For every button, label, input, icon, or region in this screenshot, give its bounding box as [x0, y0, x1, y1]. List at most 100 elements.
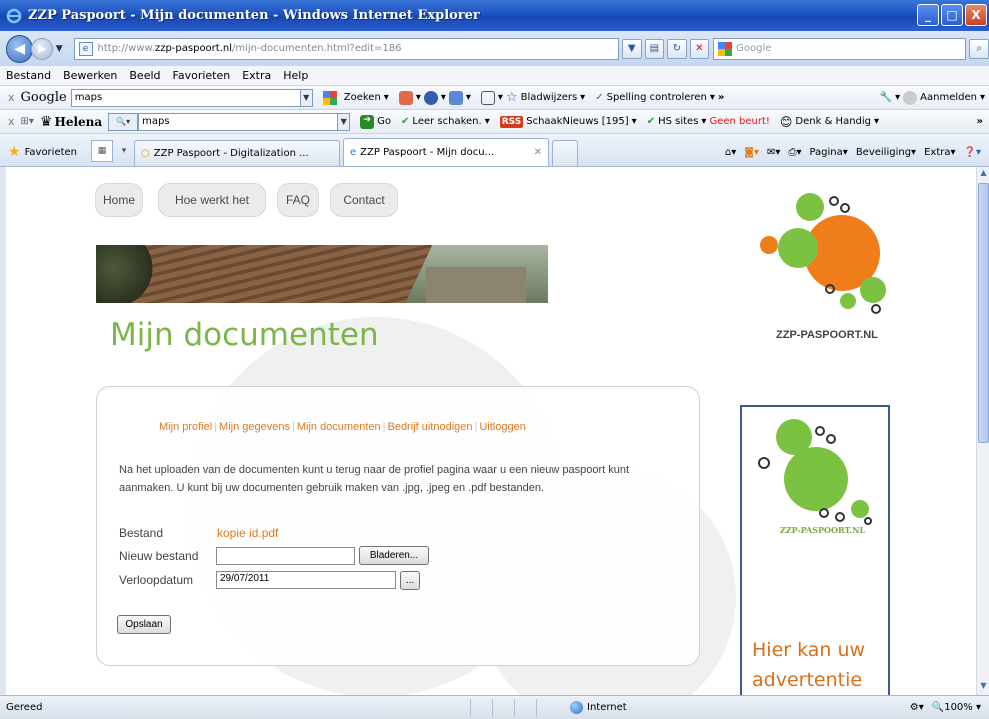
tab-label: ZZP Paspoort - Mijn docu... [360, 147, 495, 158]
star-icon: ☆ [505, 90, 518, 105]
page-menu[interactable]: Pagina▾ [809, 147, 847, 158]
signin-button[interactable]: 🔧 ▾ Aanmelden ▾ [880, 90, 985, 105]
helena-search-dropdown[interactable]: ▼ [338, 112, 351, 131]
stop-button[interactable]: ✕ [689, 38, 710, 59]
back-button[interactable]: ◀ [6, 34, 34, 63]
tab-list-dropdown[interactable]: ▾ [117, 140, 131, 162]
rss-icon: RSS [499, 115, 524, 128]
popup-icon [398, 90, 413, 105]
print-icon[interactable]: ⎙▾ [788, 147, 801, 158]
plus-icon [448, 90, 463, 105]
google-toolbar-extras[interactable]: ▾ ▾ ▾ [398, 90, 471, 105]
protected-mode-icon[interactable]: ⚙▾ [910, 702, 924, 713]
save-button[interactable]: Opslaan [117, 615, 171, 634]
helena-search-engine[interactable]: 🔍▾ [108, 112, 139, 131]
helena-more[interactable]: » [977, 116, 983, 127]
nav-faq[interactable]: FAQ [277, 183, 319, 217]
subnav-bedrijf-uitnodigen[interactable]: Bedrijf uitnodigen [387, 421, 472, 433]
menu-extra[interactable]: Extra [242, 69, 271, 82]
help-icon[interactable]: ❓▾ [964, 147, 981, 158]
google-search-button[interactable]: Zoeken ▾ [322, 90, 389, 105]
subnav-mijn-documenten[interactable]: Mijn documenten [297, 421, 381, 433]
address-dropdown-button[interactable]: ▼ [622, 38, 642, 59]
safety-menu[interactable]: Beveiliging▾ [856, 147, 916, 158]
close-button[interactable]: X [965, 4, 987, 26]
helena-toolbar-close-icon[interactable]: x [8, 115, 15, 128]
expiry-label: Verloopdatum [119, 573, 194, 587]
subnav-uitloggen[interactable]: Uitloggen [479, 421, 525, 433]
bookmarks-label: Bladwijzers [520, 92, 578, 103]
current-file-link[interactable]: kopie id.pdf [217, 526, 278, 540]
google-toolbar-close-icon[interactable]: x [8, 91, 15, 104]
zone-label: Internet [587, 702, 627, 713]
address-field[interactable]: e http://www. zzp-paspoort.nl/mijn-docume… [73, 37, 619, 60]
zoom-control[interactable]: 🔍100% ▾ [932, 702, 981, 713]
scroll-down-icon[interactable]: ▼ [978, 681, 989, 694]
hs-sites-button[interactable]: ✔ HS sites ▾ Geen beurt! [647, 116, 770, 127]
quick-tabs-icon[interactable]: ▦ [91, 140, 114, 162]
new-tab-button[interactable] [552, 140, 579, 166]
hero-image [96, 245, 548, 303]
nav-home[interactable]: Home [95, 183, 143, 217]
smiley-icon: 😊 [779, 114, 793, 129]
page-title: Mijn documenten [110, 317, 379, 353]
history-dropdown-icon[interactable]: ▼ [56, 44, 66, 54]
hs-check-icon: ✔ [646, 116, 656, 127]
toolbar-options-icon[interactable]: ⊞▾ [21, 116, 34, 127]
menu-favorieten[interactable]: Favorieten [173, 69, 231, 82]
intro-line: aanmaken. U kunt bij uw documenten gebru… [119, 482, 544, 494]
chess-link[interactable]: ✔ Leer schaken. ▾ [401, 116, 490, 127]
new-file-input[interactable] [216, 547, 355, 565]
search-field[interactable]: Google [713, 37, 967, 60]
date-picker-button[interactable]: ... [400, 571, 420, 590]
url-prefix: http://www. [97, 43, 155, 54]
compatibility-view-icon[interactable]: ▤ [644, 38, 665, 59]
vertical-scrollbar[interactable]: ▲ ▼ [976, 167, 989, 695]
browse-button[interactable]: Bladeren... [359, 546, 429, 565]
favorites-button[interactable]: ★ Favorieten [0, 138, 87, 166]
chess-king-icon: ♛ [39, 113, 53, 130]
favorites-star-icon: ★ [8, 144, 21, 160]
denk-handig-button[interactable]: 😊 Denk & Handig ▾ [780, 115, 879, 129]
subnav-mijn-profiel[interactable]: Mijn profiel [159, 421, 212, 433]
refresh-button[interactable]: ↻ [667, 38, 687, 59]
menu-bewerken[interactable]: Bewerken [63, 69, 117, 82]
minimize-button[interactable]: _ [917, 4, 939, 26]
maximize-button[interactable]: □ [941, 4, 963, 26]
rss-news-button[interactable]: RSS SchaakNieuws [195] ▾ [499, 115, 637, 128]
expiry-date-input[interactable]: 29/07/2011 [216, 571, 396, 589]
tab-digitalization[interactable]: ○ ZZP Paspoort - Digitalization ... [134, 140, 341, 166]
page-menu-label: Pagina [809, 146, 843, 158]
feeds-icon[interactable]: ◙▾ [744, 147, 759, 158]
bookmarks-button[interactable]: ▾ ☆ Bladwijzers ▾ [480, 90, 585, 105]
green-check-icon: ✔ [401, 116, 410, 127]
subnav-mijn-gegevens[interactable]: Mijn gegevens [219, 421, 290, 433]
pagerank-icon [423, 90, 438, 105]
helena-search-input[interactable]: maps [138, 112, 339, 131]
menu-beeld[interactable]: Beeld [129, 69, 160, 82]
toolbar-more[interactable]: » [718, 92, 724, 103]
hs-label: HS sites [658, 116, 699, 127]
google-toolbar-dropdown[interactable]: ▼ [300, 88, 313, 107]
tab-label: ZZP Paspoort - Digitalization ... [153, 148, 309, 159]
nav-contact[interactable]: Contact [330, 183, 398, 217]
scrollbar-thumb[interactable] [978, 183, 989, 443]
helena-label[interactable]: Helena [54, 115, 102, 129]
tab-close-icon[interactable]: ✕ [534, 147, 542, 158]
extra-menu[interactable]: Extra▾ [924, 147, 955, 158]
tab-mijn-documenten[interactable]: e ZZP Paspoort - Mijn docu... ✕ [343, 138, 550, 166]
google-toolbar-input[interactable]: maps [70, 88, 301, 107]
nav-hoe-werkt-het[interactable]: Hoe werkt het [158, 183, 266, 217]
spelling-button[interactable]: ✓ Spelling controleren ▾ » [595, 92, 724, 103]
menu-help[interactable]: Help [283, 69, 308, 82]
google-search-label: Zoeken [343, 92, 381, 103]
search-button[interactable]: ⌕ [969, 38, 989, 59]
scroll-up-icon[interactable]: ▲ [978, 168, 989, 181]
helena-go-button[interactable]: ➔ Go [360, 114, 391, 129]
menu-bestand[interactable]: Bestand [6, 69, 51, 82]
advertisement-box[interactable]: ZZP-PASPOORT.NL Hier kan uw advertentie [740, 405, 890, 695]
forward-button[interactable]: ▶ [31, 37, 53, 60]
status-segment [536, 698, 558, 717]
mail-icon[interactable]: ✉▾ [767, 147, 780, 158]
home-icon[interactable]: ⌂▾ [725, 147, 736, 158]
